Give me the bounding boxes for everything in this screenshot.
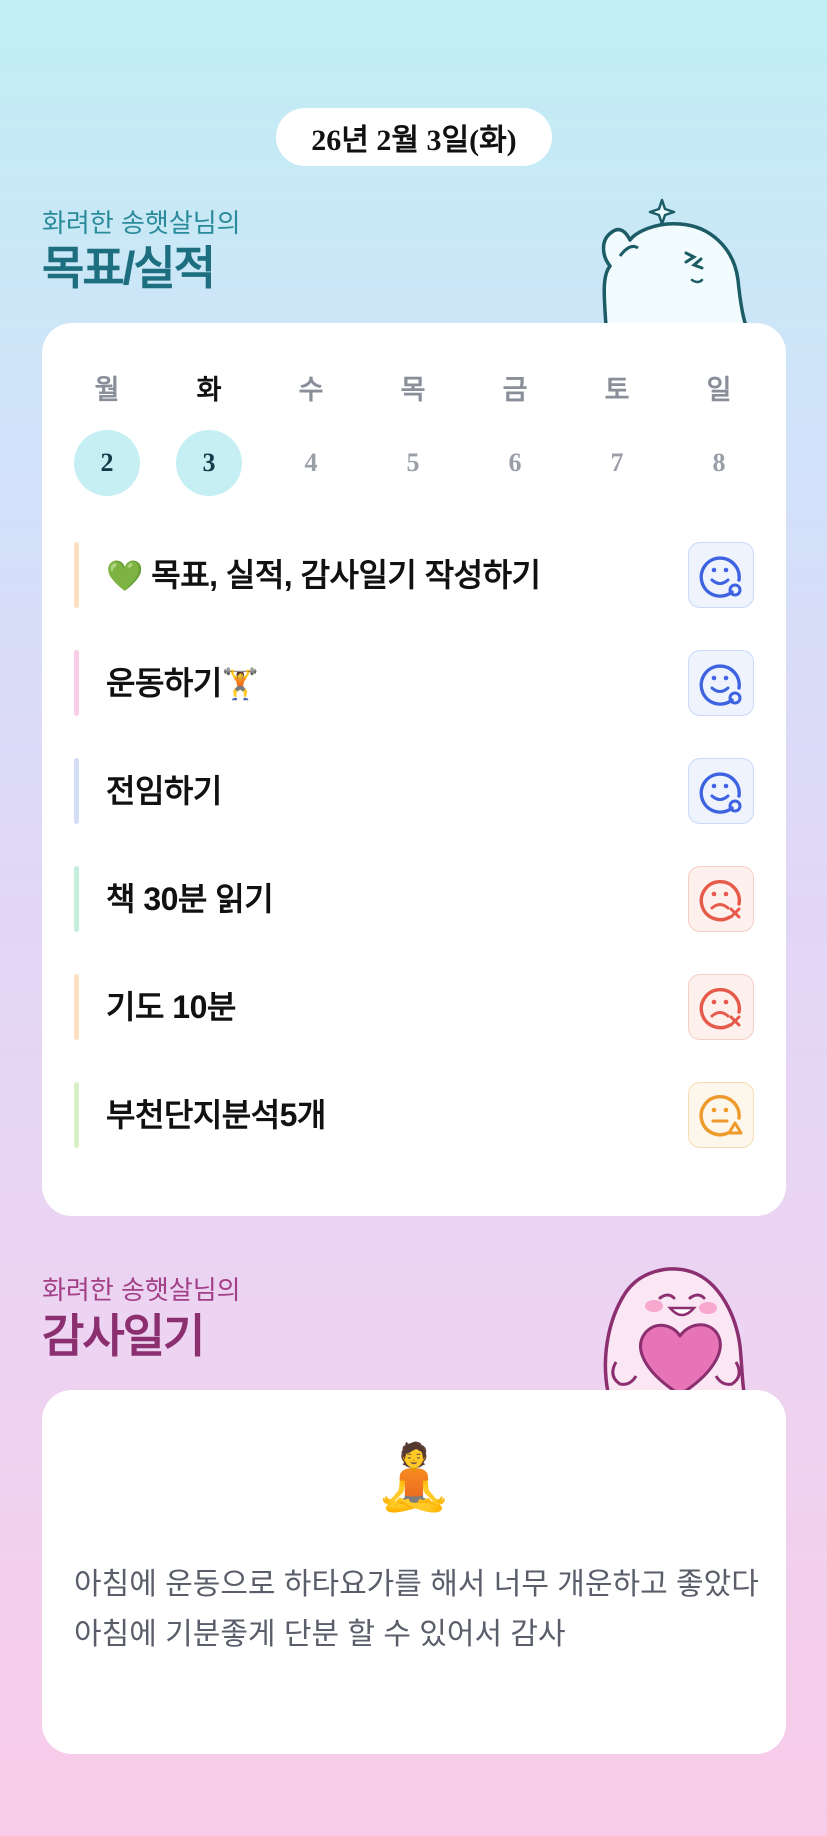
date-cell-4[interactable]: 4 [278,430,344,496]
date-cell-3[interactable]: 3 [176,430,242,496]
status-neutral-button[interactable] [688,1082,754,1148]
goal-label: 책 30분 읽기 [106,881,274,917]
goal-item[interactable]: 기도 10분 [74,974,754,1040]
mascot-heart-icon [603,1267,746,1392]
neutral-triangle-icon [699,1095,743,1137]
goal-color-bar [74,866,79,932]
goal-label: 💚 목표, 실적, 감사일기 작성하기 [106,557,541,593]
status-smile-button[interactable] [688,650,754,716]
mascot-thumbs-up-icon [601,198,748,326]
sad-x-icon [699,880,741,922]
smile-circle-icon [699,556,742,598]
weightlifter-icon: 🏋 [221,668,259,701]
weekday-thu: 목 [400,375,426,405]
weekday-row: 월 화 수 목 금 토 일 [42,368,786,408]
date-pill[interactable]: 26년 2월 3일(화) [276,108,552,166]
weekday-tue: 화 [196,375,222,405]
goal-item[interactable]: 전임하기 [74,758,754,824]
goal-color-bar [74,974,79,1040]
goal-item[interactable]: 부천단지분석5개 [74,1082,754,1148]
weekday-sat: 토 [604,375,630,405]
goal-label: 전임하기 [106,773,222,809]
goal-item[interactable]: 💚 목표, 실적, 감사일기 작성하기 [74,542,754,608]
weekday-fri: 금 [502,375,528,405]
gratitude-text: 아침에 운동으로 하타요가를 해서 너무 개운하고 좋았다 아침에 기분좋게 단… [74,1568,759,1651]
smile-circle-icon [699,772,742,814]
smile-circle-icon [699,664,742,706]
goal-color-bar [74,1082,79,1148]
sad-x-icon [699,988,741,1030]
weekday-mon: 월 [94,375,120,405]
date-cell-6[interactable]: 6 [482,430,548,496]
weekday-wed: 수 [298,375,324,405]
goals-card: 월 화 수 목 금 토 일 2 3 4 5 6 7 8 💚 목표, 실적, 감사… [42,323,786,1216]
gratitude-card[interactable]: 🧘 아침에 운동으로 하타요가를 해서 너무 개운하고 좋았다 아침에 기분좋게… [42,1390,786,1754]
date-cell-5[interactable]: 5 [380,430,446,496]
goal-item[interactable]: 책 30분 읽기 [74,866,754,932]
goal-color-bar [74,758,79,824]
goal-label: 운동하기🏋 [106,665,259,701]
goals-section-title: 목표/실적 [42,242,216,294]
status-smile-button[interactable] [688,542,754,608]
gratitude-section-title: 감사일기 [42,1310,205,1362]
goal-color-bar [74,650,79,716]
date-cell-2[interactable]: 2 [74,430,140,496]
status-smile-button[interactable] [688,758,754,824]
date-row: 2 3 4 5 6 7 8 [42,430,786,496]
status-sad-button[interactable] [688,866,754,932]
date-cell-7[interactable]: 7 [584,430,650,496]
meditation-icon: 🧘 [374,1441,454,1513]
status-sad-button[interactable] [688,974,754,1040]
goal-item[interactable]: 운동하기🏋 [74,650,754,716]
goal-label: 부천단지분석5개 [106,1097,326,1133]
weekday-sun: 일 [706,375,732,405]
goal-color-bar [74,542,79,608]
goal-label: 기도 10분 [106,989,236,1025]
date-cell-8[interactable]: 8 [686,430,752,496]
green-heart-icon: 💚 [106,560,143,593]
